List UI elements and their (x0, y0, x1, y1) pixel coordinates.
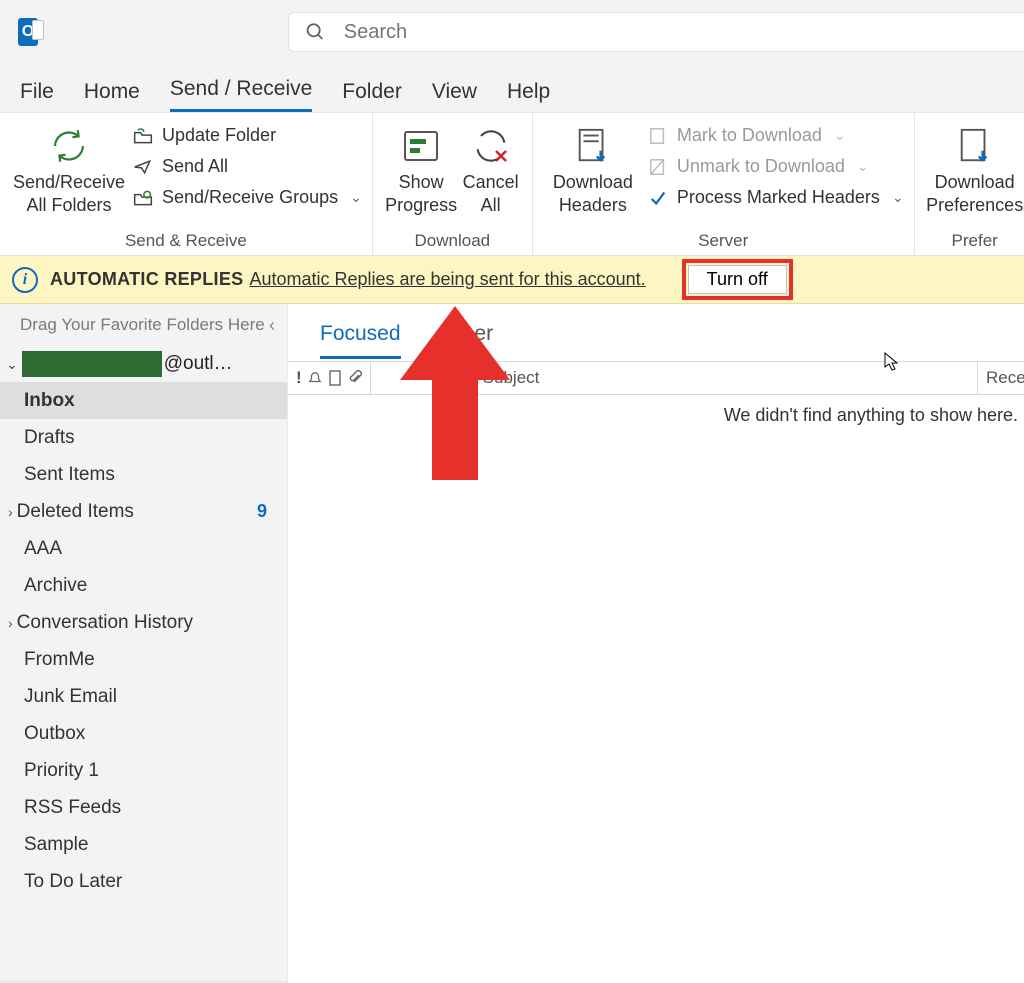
info-icon: i (12, 267, 38, 293)
download-headers-icon (574, 126, 612, 166)
folder-label: FromMe (24, 649, 95, 671)
folder-to-do-later[interactable]: To Do Later (0, 863, 287, 900)
ribbon: Send/Receive All Folders Update Folder S… (0, 112, 1024, 256)
folder-sample[interactable]: Sample (0, 826, 287, 863)
folder-count: 9 (257, 501, 267, 522)
list-tab-other[interactable]: Other (441, 322, 494, 359)
folder-fromme[interactable]: FromMe (0, 641, 287, 678)
folder-label: Sent Items (24, 464, 115, 486)
tab-view[interactable]: View (432, 80, 477, 112)
folder-label: Deleted Items (17, 501, 134, 523)
folder-label: Sample (24, 834, 88, 856)
empty-list-message: We didn't find anything to show here. (288, 395, 1024, 426)
account-name-redacted (22, 351, 162, 377)
ribbon-tabs: File Home Send / Receive Folder View Hel… (0, 64, 1024, 112)
unmark-to-download-button: Unmark to Download⌄ (647, 156, 904, 177)
folder-label: Conversation History (17, 612, 193, 634)
folder-junk-email[interactable]: Junk Email (0, 678, 287, 715)
folder-pane: Drag Your Favorite Folders Here ‹ ⌄ @out… (0, 304, 288, 983)
folder-label: Inbox (24, 390, 75, 412)
folder-conversation-history[interactable]: ›Conversation History (0, 604, 287, 641)
chevron-right-icon: › (8, 504, 13, 520)
folder-archive[interactable]: Archive (0, 567, 287, 604)
unmark-icon (649, 158, 667, 176)
icon-column-icon[interactable] (328, 370, 342, 386)
title-bar: O (0, 0, 1024, 64)
column-headers: ! Subject Receiv (288, 361, 1024, 395)
search-box[interactable] (288, 12, 1024, 52)
subject-column-header[interactable]: Subject (471, 362, 978, 394)
folder-label: Outbox (24, 723, 85, 745)
reminder-column-icon[interactable] (308, 371, 322, 385)
send-receive-groups-button[interactable]: Send/Receive Groups⌄ (132, 187, 362, 208)
folder-label: Priority 1 (24, 760, 99, 782)
outlook-app-icon: O (18, 18, 38, 46)
folder-label: Junk Email (24, 686, 117, 708)
mark-to-download-button: Mark to Download⌄ (647, 125, 904, 146)
turn-off-highlight: Turn off (682, 259, 793, 300)
progress-icon (401, 128, 441, 164)
sync-icon (48, 125, 90, 167)
message-list-pane: Focused Other ! Subject Receiv We didn't… (288, 304, 1024, 983)
folder-deleted-items[interactable]: ›Deleted Items 9 (0, 493, 287, 530)
group-label-server: Server (543, 229, 904, 251)
tab-folder[interactable]: Folder (342, 80, 402, 112)
folder-label: RSS Feeds (24, 797, 121, 819)
folder-label: AAA (24, 538, 62, 560)
attachment-column-icon[interactable] (348, 370, 362, 386)
chevron-down-icon: ⌄ (350, 189, 362, 206)
mark-icon (649, 127, 667, 145)
received-column-header[interactable]: Receiv (978, 362, 1024, 394)
chevron-right-icon: › (8, 615, 13, 631)
send-icon (133, 158, 153, 176)
account-suffix: @outl… (164, 353, 233, 375)
folder-outbox[interactable]: Outbox (0, 715, 287, 752)
refresh-folder-icon (133, 127, 153, 145)
folder-aaa[interactable]: AAA (0, 530, 287, 567)
search-icon (305, 21, 326, 43)
update-folder-button[interactable]: Update Folder (132, 125, 362, 146)
importance-column-icon[interactable]: ! (296, 368, 302, 388)
group-label-send-receive: Send & Receive (10, 229, 362, 251)
download-pref-icon (956, 126, 994, 166)
automatic-replies-info-bar: i AUTOMATIC REPLIES Automatic Replies ar… (0, 256, 1024, 304)
tab-send-receive[interactable]: Send / Receive (170, 77, 312, 112)
turn-off-button[interactable]: Turn off (688, 265, 787, 294)
folder-drafts[interactable]: Drafts (0, 419, 287, 456)
tab-file[interactable]: File (20, 80, 54, 112)
folder-label: Drafts (24, 427, 75, 449)
account-header[interactable]: ⌄ @outl… (0, 346, 287, 382)
checkmark-icon (649, 189, 667, 207)
cancel-sync-icon (471, 126, 511, 166)
folder-inbox[interactable]: Inbox (0, 382, 287, 419)
process-marked-headers-button[interactable]: Process Marked Headers⌄ (647, 187, 904, 208)
group-label-preferences: Prefer (925, 229, 1024, 251)
group-label-download: Download (383, 229, 522, 251)
info-title: AUTOMATIC REPLIES (50, 269, 243, 290)
collapse-pane-icon[interactable]: ‹ (269, 315, 275, 336)
favorites-hint: Drag Your Favorite Folders Here (20, 315, 265, 335)
list-tab-focused[interactable]: Focused (320, 322, 401, 359)
folder-label: To Do Later (24, 871, 122, 893)
download-headers-button[interactable]: Download Headers (543, 119, 643, 216)
folder-label: Archive (24, 575, 87, 597)
search-input[interactable] (344, 21, 1008, 44)
folder-sync-icon (133, 189, 153, 207)
info-message-link[interactable]: Automatic Replies are being sent for thi… (249, 269, 645, 290)
cancel-all-button[interactable]: Cancel All (459, 119, 521, 216)
chevron-down-icon: ⌄ (6, 356, 18, 373)
chevron-down-icon: ⌄ (892, 189, 904, 206)
show-progress-button[interactable]: Show Progress (383, 119, 460, 216)
chevron-down-icon: ⌄ (857, 158, 869, 175)
tab-help[interactable]: Help (507, 80, 550, 112)
folder-sent-items[interactable]: Sent Items (0, 456, 287, 493)
send-all-button[interactable]: Send All (132, 156, 362, 177)
send-receive-all-button[interactable]: Send/Receive All Folders (10, 119, 128, 216)
tab-home[interactable]: Home (84, 80, 140, 112)
chevron-down-icon: ⌄ (834, 127, 846, 144)
folder-priority-1[interactable]: Priority 1 (0, 752, 287, 789)
download-preferences-button[interactable]: Download Preferences (925, 119, 1024, 216)
folder-rss-feeds[interactable]: RSS Feeds (0, 789, 287, 826)
